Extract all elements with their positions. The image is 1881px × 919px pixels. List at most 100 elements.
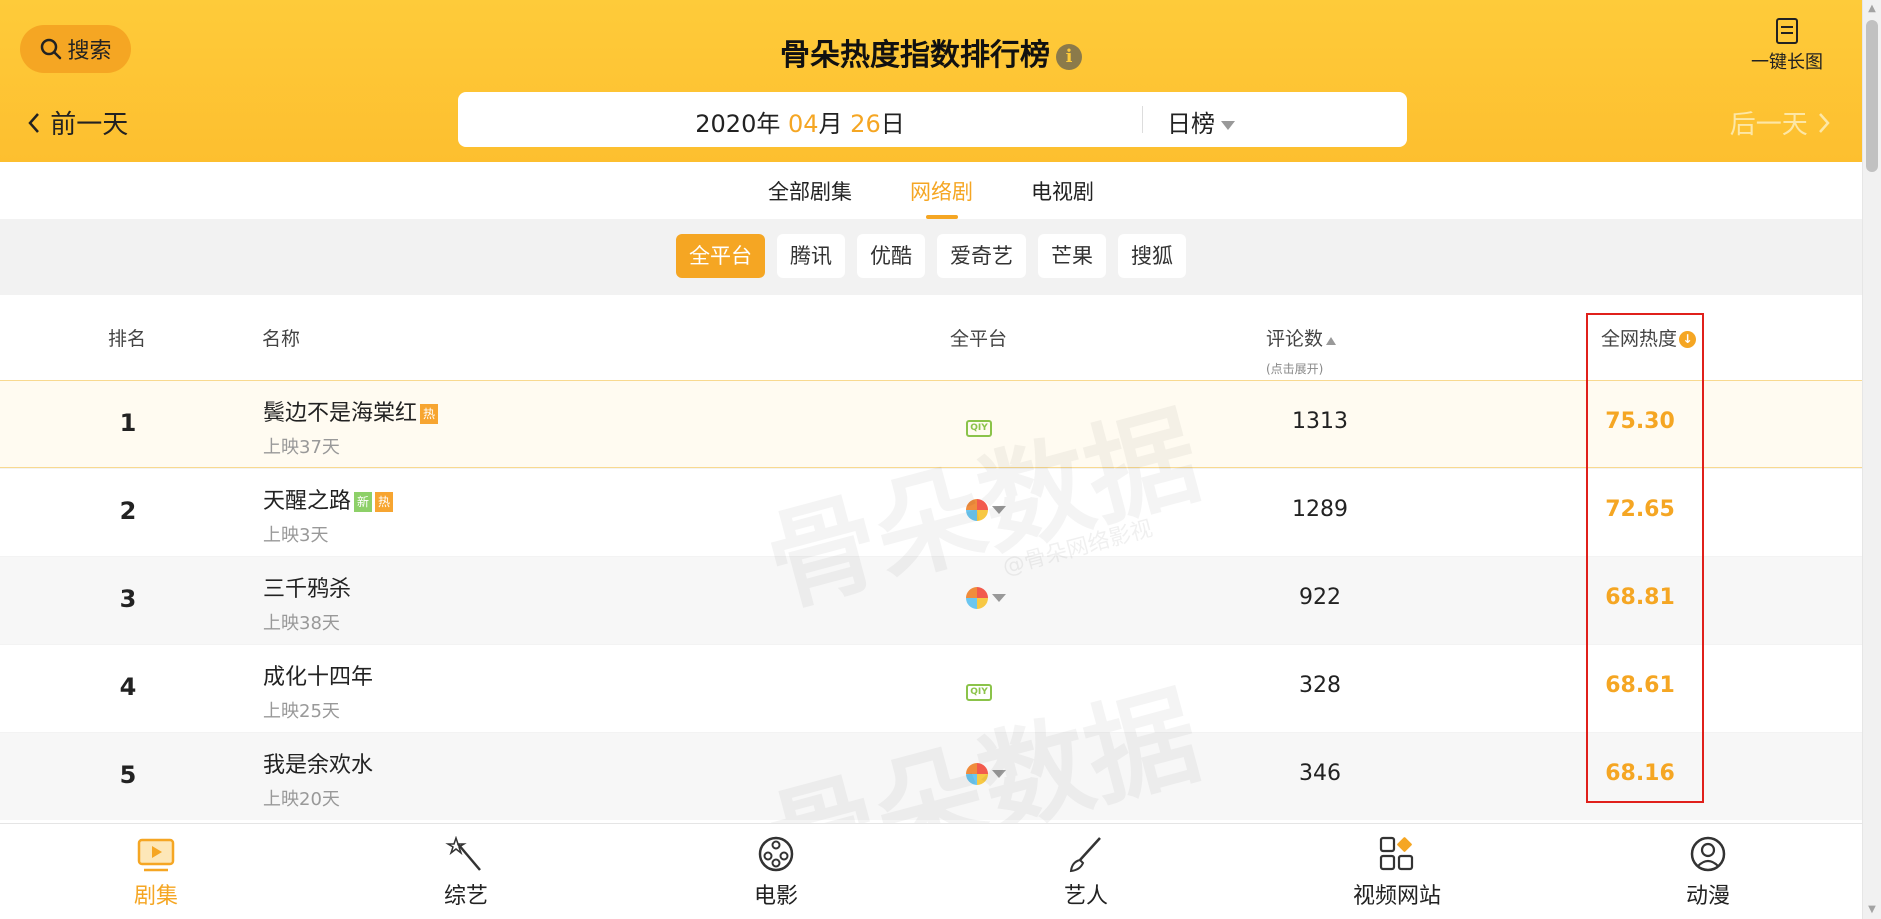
platform-sohu[interactable]: 搜狐	[1118, 234, 1186, 278]
nav-label: 动漫	[1685, 884, 1730, 909]
platform-mango[interactable]: 芒果	[1038, 234, 1106, 278]
platform-pie-icon	[966, 587, 988, 609]
nav-label: 视频网站	[1352, 884, 1441, 909]
comment-count[interactable]: 1313	[1265, 409, 1375, 434]
platform-tencent[interactable]: 腾讯	[777, 234, 845, 278]
header: 搜索 骨朵热度指数排行榜 i 一键长图 前一天 后一天 2020年 04月 26日	[0, 0, 1862, 162]
show-name[interactable]: 三千鸦杀	[263, 571, 351, 603]
comment-count[interactable]: 346	[1265, 761, 1375, 786]
table-row[interactable]: 3 三千鸦杀 上映38天 922 68.81	[0, 556, 1862, 644]
show-title: 三千鸦杀	[263, 577, 352, 602]
show-title: 成化十四年	[263, 665, 374, 690]
header-comments[interactable]: 评论数	[1266, 324, 1337, 351]
show-title: 我是余欢水	[263, 753, 374, 778]
platform-iqiyi[interactable]: 爱奇艺	[937, 234, 1026, 278]
date-selector: 2020年 04月 26日 日榜	[458, 92, 1407, 147]
brush-icon	[1069, 837, 1101, 873]
multi-platform-icon[interactable]	[966, 763, 1006, 789]
next-day-label: 后一天	[1729, 110, 1808, 140]
multi-platform-icon[interactable]	[966, 499, 1006, 525]
page-title: 骨朵热度指数排行榜 i	[0, 30, 1862, 74]
nav-label: 电影	[753, 884, 798, 909]
rank: 1	[119, 409, 137, 437]
header-name: 名称	[262, 328, 301, 350]
long-image-label: 一键长图	[1751, 52, 1823, 73]
show-name[interactable]: 鬓边不是海棠红热	[263, 395, 439, 427]
board-type-label: 日榜	[1167, 110, 1215, 138]
platform-filter: 全平台 腾讯 优酷 爱奇艺 芒果 搜狐	[0, 219, 1862, 295]
new-badge: 新	[354, 492, 373, 512]
tab-all-series[interactable]: 全部剧集	[768, 162, 852, 219]
page-title-text: 骨朵热度指数排行榜	[780, 38, 1050, 73]
date-month-unit: 月	[818, 110, 843, 138]
tab-web-series[interactable]: 网络剧	[910, 162, 973, 219]
scroll-down-arrow-icon[interactable]: ▼	[1863, 901, 1881, 919]
document-icon	[1776, 18, 1798, 44]
app-root: 搜索 骨朵热度指数排行榜 i 一键长图 前一天 后一天 2020年 04月 26日	[0, 0, 1862, 919]
table-row[interactable]: 5 我是余欢水 上映20天 346 68.16	[0, 732, 1862, 820]
ranking-list: 1 鬓边不是海棠红热 上映37天 QIY 1313 75.30 2 天醒之路新热…	[0, 380, 1862, 820]
caret-down-icon	[992, 770, 1006, 778]
tv-play-icon	[137, 838, 175, 872]
air-days: 上映37天	[263, 437, 340, 458]
comment-count[interactable]: 922	[1265, 585, 1375, 610]
date-year: 2020	[695, 110, 757, 138]
comment-count[interactable]: 1289	[1265, 497, 1375, 522]
heat-column-highlight	[1586, 313, 1704, 803]
date-month: 04	[787, 110, 819, 138]
tab-tv-series[interactable]: 电视剧	[1031, 162, 1094, 219]
nav-series[interactable]: 剧集	[96, 836, 216, 910]
iqiyi-logo: QIY	[966, 684, 992, 701]
comment-count[interactable]: 328	[1265, 673, 1375, 698]
rank: 5	[119, 761, 137, 789]
prev-day-label: 前一天	[50, 110, 129, 140]
platform-youku[interactable]: 优酷	[857, 234, 925, 278]
chevron-left-icon	[28, 113, 39, 133]
chevron-right-icon	[1819, 113, 1830, 133]
page-scrollbar[interactable]: ▲ ▼	[1862, 0, 1881, 919]
nav-artist[interactable]: 艺人	[1026, 836, 1146, 910]
iqiyi-icon: QIY	[966, 415, 992, 437]
long-image-button[interactable]: 一键长图	[1742, 18, 1832, 74]
prev-day-button[interactable]: 前一天	[26, 104, 128, 141]
header-rank: 排名	[108, 328, 147, 350]
nav-label: 剧集	[133, 884, 178, 909]
apps-grid-icon	[1379, 836, 1414, 871]
table-row[interactable]: 2 天醒之路新热 上映3天 1289 72.65	[0, 468, 1862, 556]
caret-down-icon	[992, 506, 1006, 514]
scrollbar-thumb[interactable]	[1866, 20, 1878, 172]
show-name[interactable]: 我是余欢水	[263, 747, 373, 779]
platform-all[interactable]: 全平台	[676, 234, 765, 278]
show-name[interactable]: 天醒之路新热	[263, 483, 394, 515]
board-type-select[interactable]: 日榜	[1167, 104, 1235, 139]
rank: 2	[119, 497, 137, 525]
magic-wand-icon	[445, 836, 481, 871]
date-picker[interactable]: 2020年 04月 26日	[458, 104, 1142, 139]
nav-movie[interactable]: 电影	[716, 836, 836, 910]
date-day: 26	[850, 110, 881, 138]
caret-down-icon	[992, 594, 1006, 602]
film-reel-icon	[758, 836, 794, 872]
date-divider	[1142, 106, 1143, 133]
nav-label: 艺人	[1063, 884, 1108, 909]
info-icon[interactable]: i	[1056, 43, 1082, 70]
air-days: 上映20天	[263, 789, 340, 810]
nav-video-sites[interactable]: 视频网站	[1337, 836, 1457, 910]
scroll-up-arrow-icon[interactable]: ▲	[1863, 0, 1881, 18]
nav-variety[interactable]: 综艺	[406, 836, 526, 910]
rank: 3	[119, 585, 137, 613]
show-name[interactable]: 成化十四年	[263, 659, 373, 691]
nav-anime[interactable]: 动漫	[1648, 836, 1768, 910]
table-row[interactable]: 4 成化十四年 上映25天 QIY 328 68.61	[0, 644, 1862, 732]
tab-label: 网络剧	[910, 180, 973, 204]
show-title: 鬓边不是海棠红	[263, 401, 418, 426]
air-days: 上映3天	[263, 525, 329, 546]
header-comments-hint: (点击展开)	[1266, 362, 1324, 376]
next-day-button[interactable]: 后一天	[1730, 104, 1832, 141]
hot-badge: 热	[375, 492, 394, 512]
table-row[interactable]: 1 鬓边不是海棠红热 上映37天 QIY 1313 75.30	[0, 380, 1862, 468]
date-day-unit: 日	[880, 110, 905, 138]
multi-platform-icon[interactable]	[966, 587, 1006, 613]
nav-label: 综艺	[443, 884, 488, 909]
sort-up-icon	[1326, 337, 1337, 345]
